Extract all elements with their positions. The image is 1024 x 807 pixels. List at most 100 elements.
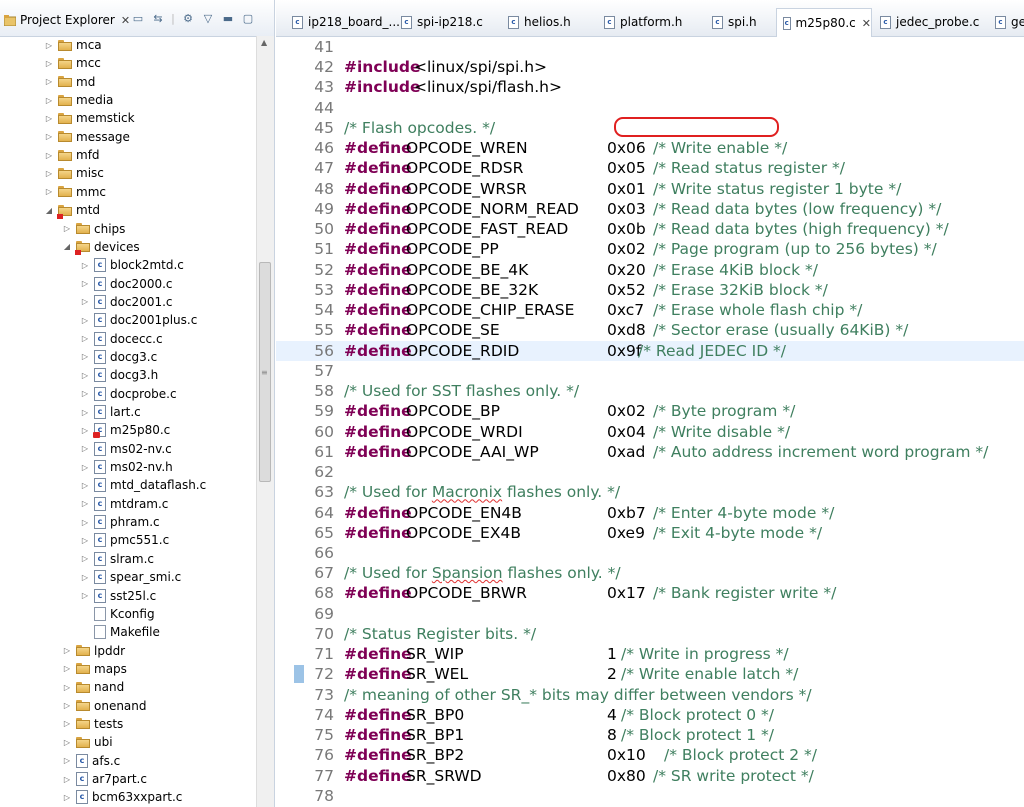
- expanded-arrow-icon[interactable]: ◢: [62, 242, 72, 251]
- tree-item[interactable]: ▷ c ar7part.c: [62, 770, 147, 788]
- tree-item[interactable]: ▷ memstick: [44, 109, 135, 127]
- collapsed-arrow-icon[interactable]: ▷: [80, 334, 90, 343]
- tree-item[interactable]: ▷ lpddr: [62, 642, 125, 660]
- tree-item[interactable]: ▷ c docecc.c: [80, 330, 163, 348]
- tree-item[interactable]: Makefile: [80, 623, 160, 641]
- tree-item[interactable]: ▷ c m25p80.c: [80, 421, 170, 439]
- collapsed-arrow-icon[interactable]: ▷: [62, 719, 72, 728]
- link-with-editor-icon[interactable]: ⇆: [150, 12, 166, 26]
- collapsed-arrow-icon[interactable]: ▷: [80, 279, 90, 288]
- tree-item[interactable]: ▷ c mtdram.c: [80, 495, 168, 513]
- collapsed-arrow-icon[interactable]: ▷: [80, 389, 90, 398]
- tree-item[interactable]: ▷ c bcm63xxpart.c: [62, 788, 182, 806]
- editor-tab[interactable]: c m25p80.c ✕: [776, 8, 872, 37]
- customize-icon[interactable]: ⚙: [180, 12, 196, 26]
- collapsed-arrow-icon[interactable]: ▷: [80, 426, 90, 435]
- tree-item[interactable]: ▷ c sst25l.c: [80, 587, 156, 605]
- collapsed-arrow-icon[interactable]: ▷: [80, 297, 90, 306]
- collapsed-arrow-icon[interactable]: ▷: [80, 499, 90, 508]
- collapsed-arrow-icon[interactable]: ▷: [62, 756, 72, 765]
- tree-item[interactable]: ▷ md: [44, 73, 95, 91]
- tree-item[interactable]: ▷ c lart.c: [80, 403, 141, 421]
- collapsed-arrow-icon[interactable]: ▷: [62, 701, 72, 710]
- tree-item[interactable]: ◢ mtd: [44, 201, 100, 219]
- collapsed-arrow-icon[interactable]: ▷: [62, 775, 72, 784]
- collapsed-arrow-icon[interactable]: ▷: [80, 444, 90, 453]
- tree-item[interactable]: ▷ mfd: [44, 146, 100, 164]
- collapsed-arrow-icon[interactable]: ▷: [62, 664, 72, 673]
- collapsed-arrow-icon[interactable]: ▷: [44, 114, 54, 123]
- editor-tab[interactable]: c jedec_probe.c: [874, 10, 979, 34]
- collapse-all-icon[interactable]: ▭: [130, 12, 146, 26]
- tree-item[interactable]: ▷ c doc2000.c: [80, 275, 173, 293]
- tree-item[interactable]: ▷ c afs.c: [62, 752, 120, 770]
- scroll-up-icon[interactable]: ▲: [261, 38, 267, 47]
- tree-item[interactable]: ▷ mca: [44, 36, 102, 54]
- tree-item[interactable]: ▷ message: [44, 128, 130, 146]
- collapsed-arrow-icon[interactable]: ▷: [80, 408, 90, 417]
- tree-item[interactable]: ▷ c slram.c: [80, 550, 154, 568]
- tree-item[interactable]: ▷ c doc2001.c: [80, 293, 173, 311]
- collapsed-arrow-icon[interactable]: ▷: [80, 573, 90, 582]
- editor-tab[interactable]: c platform.h: [598, 10, 682, 34]
- collapsed-arrow-icon[interactable]: ▷: [62, 683, 72, 692]
- collapsed-arrow-icon[interactable]: ▷: [80, 463, 90, 472]
- collapsed-arrow-icon[interactable]: ▷: [62, 646, 72, 655]
- tree-item[interactable]: ▷ c mtd_dataflash.c: [80, 476, 206, 494]
- collapsed-arrow-icon[interactable]: ▷: [62, 793, 72, 802]
- tree-item[interactable]: ▷ c ms02-nv.h: [80, 458, 173, 476]
- collapsed-arrow-icon[interactable]: ▷: [44, 187, 54, 196]
- expanded-arrow-icon[interactable]: ◢: [44, 206, 54, 215]
- collapsed-arrow-icon[interactable]: ▷: [44, 169, 54, 178]
- collapsed-arrow-icon[interactable]: ▷: [80, 352, 90, 361]
- close-icon[interactable]: ✕: [121, 14, 130, 27]
- explorer-scrollbar[interactable]: ▲ ≡: [256, 36, 274, 807]
- collapsed-arrow-icon[interactable]: ▷: [80, 536, 90, 545]
- view-menu-icon[interactable]: ▽: [200, 12, 216, 26]
- close-icon[interactable]: ✕: [862, 17, 871, 30]
- tree-item[interactable]: ▷ misc: [44, 164, 104, 182]
- editor-tab[interactable]: c ip218_board_...: [286, 10, 400, 34]
- collapsed-arrow-icon[interactable]: ▷: [62, 738, 72, 747]
- code-area[interactable]: 41 42 #include <linux/spi/spi.h> 43 #include <…: [276, 36, 1024, 807]
- editor-tab[interactable]: c ge: [989, 10, 1024, 34]
- collapsed-arrow-icon[interactable]: ▷: [80, 518, 90, 527]
- tree-item[interactable]: ▷ c ms02-nv.c: [80, 440, 172, 458]
- collapsed-arrow-icon[interactable]: ▷: [80, 554, 90, 563]
- collapsed-arrow-icon[interactable]: ▷: [44, 132, 54, 141]
- collapsed-arrow-icon[interactable]: ▷: [62, 224, 72, 233]
- collapsed-arrow-icon[interactable]: ▷: [80, 481, 90, 490]
- minimize-icon[interactable]: ▬: [220, 12, 236, 26]
- collapsed-arrow-icon[interactable]: ▷: [80, 316, 90, 325]
- project-explorer-tab[interactable]: Project Explorer ✕: [0, 9, 130, 31]
- tree-item[interactable]: ▷ ubi: [62, 733, 113, 751]
- tree-item[interactable]: ▷ c block2mtd.c: [80, 256, 184, 274]
- tree-item[interactable]: ▷ c docg3.h: [80, 366, 158, 384]
- tree-item[interactable]: ▷ c phram.c: [80, 513, 160, 531]
- collapsed-arrow-icon[interactable]: ▷: [44, 59, 54, 68]
- editor-tab[interactable]: c helios.h: [502, 10, 571, 34]
- collapsed-arrow-icon[interactable]: ▷: [80, 371, 90, 380]
- collapsed-arrow-icon[interactable]: ▷: [44, 96, 54, 105]
- tree-item[interactable]: ▷ c pmc551.c: [80, 531, 169, 549]
- tree-item[interactable]: ▷ maps: [62, 660, 127, 678]
- tree-item[interactable]: ▷ c spear_smi.c: [80, 568, 181, 586]
- collapsed-arrow-icon[interactable]: ▷: [44, 151, 54, 160]
- collapsed-arrow-icon[interactable]: ▷: [44, 77, 54, 86]
- tree-item[interactable]: ▷ onenand: [62, 697, 147, 715]
- editor-tab[interactable]: c spi.h: [706, 10, 757, 34]
- tree-item[interactable]: ▷ c docg3.c: [80, 348, 157, 366]
- tree-item[interactable]: ▷ mcc: [44, 54, 101, 72]
- tree-item[interactable]: Kconfig: [80, 605, 155, 623]
- maximize-icon[interactable]: ▢: [240, 12, 256, 26]
- tree-item[interactable]: ▷ c doc2001plus.c: [80, 311, 197, 329]
- tree-item[interactable]: ▷ c docprobe.c: [80, 385, 177, 403]
- collapsed-arrow-icon[interactable]: ▷: [80, 591, 90, 600]
- tree-item[interactable]: ▷ chips: [62, 220, 125, 238]
- tree-item[interactable]: ◢ devices: [62, 238, 140, 256]
- editor-tab[interactable]: c spi-ip218.c: [395, 10, 483, 34]
- collapsed-arrow-icon[interactable]: ▷: [44, 41, 54, 50]
- tree-item[interactable]: ▷ tests: [62, 715, 123, 733]
- tree-item[interactable]: ▷ media: [44, 91, 113, 109]
- tree-item[interactable]: ▷ nand: [62, 678, 124, 696]
